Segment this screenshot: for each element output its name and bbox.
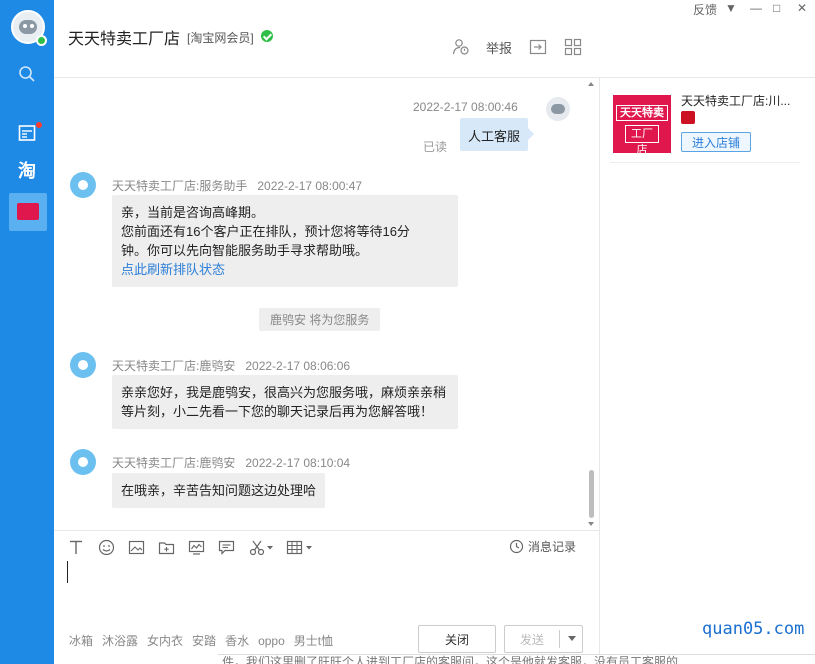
shop-name[interactable]: 天天特卖工厂店:川... bbox=[681, 92, 801, 109]
logo-line: 工厂店 bbox=[625, 125, 659, 156]
scroll-thumb[interactable] bbox=[589, 470, 594, 518]
message-history-button[interactable]: 消息记录 bbox=[509, 538, 576, 555]
self-message-bubble: 人工客服 bbox=[460, 118, 535, 151]
message-meta: 天天特卖工厂店:鹿鸮安 2022-2-17 08:10:04 bbox=[112, 454, 350, 471]
font-icon[interactable] bbox=[67, 538, 85, 556]
image-icon[interactable] bbox=[127, 538, 145, 556]
background-text: 件，我们这里删了旺旺个人进到工厂店的客服间，这个是他就发客服，没有员工客服的 bbox=[222, 655, 679, 664]
screen-icon[interactable] bbox=[187, 538, 205, 556]
search-icon[interactable] bbox=[17, 64, 37, 84]
report-button[interactable]: 举报 bbox=[486, 38, 512, 57]
quick-phrase[interactable]: 冰箱 bbox=[69, 634, 93, 648]
tmall-badge-icon bbox=[681, 111, 695, 124]
chat-scrollbar[interactable] bbox=[586, 78, 596, 530]
message-input-cursor[interactable] bbox=[67, 561, 68, 583]
message-bubble: 在哦亲，辛苦告知问题这边处理哈 bbox=[112, 473, 326, 508]
clock-icon bbox=[509, 539, 524, 554]
self-avatar bbox=[546, 97, 570, 121]
folder-icon[interactable] bbox=[157, 538, 175, 556]
message-time: 2022-2-17 08:06:06 bbox=[245, 359, 351, 373]
watermark: quan05.com bbox=[702, 619, 805, 639]
feedback-link[interactable]: 反馈 bbox=[693, 1, 717, 18]
comment-icon[interactable] bbox=[217, 538, 235, 556]
maximize-button[interactable]: □ bbox=[773, 1, 780, 15]
message-meta: 天天特卖工厂店:鹿鸮安 2022-2-17 08:06:06 bbox=[112, 357, 350, 374]
quick-phrase[interactable]: 安踏 bbox=[192, 634, 216, 648]
scissors-icon[interactable] bbox=[249, 538, 275, 556]
enter-shop-button[interactable]: 进入店铺 bbox=[681, 132, 751, 152]
service-avatar bbox=[70, 449, 96, 475]
message-time: 2022-2-17 08:10:04 bbox=[245, 456, 351, 470]
message-bubble: 亲，当前是咨询高峰期。 您前面还有16个客户正在排队，预计您将等待16分 钟。你… bbox=[112, 195, 458, 287]
message-time: 2022-2-17 08:00:47 bbox=[257, 179, 363, 193]
scroll-up-icon[interactable] bbox=[588, 82, 594, 86]
service-user-icon[interactable] bbox=[452, 38, 470, 56]
service-avatar bbox=[70, 172, 96, 198]
background-window-strip: 件，我们这里删了旺旺个人进到工厂店的客服间，这个是他就发客服，没有员工客服的 bbox=[218, 654, 815, 664]
member-tag: [淘宝网会员] bbox=[187, 31, 254, 45]
quick-phrase[interactable]: 香水 bbox=[225, 634, 249, 648]
message-line: 您前面还有16个客户正在排队，预计您将等待16分 bbox=[121, 224, 410, 239]
quick-phrase[interactable]: 男士t恤 bbox=[294, 634, 333, 648]
quick-phrase[interactable]: 沐浴露 bbox=[102, 634, 138, 648]
send-options-icon[interactable] bbox=[568, 636, 576, 641]
close-button[interactable]: 关闭 bbox=[418, 625, 496, 653]
shop-icon[interactable] bbox=[9, 193, 47, 231]
app-grid-icon[interactable] bbox=[17, 123, 37, 143]
sender-name: 天天特卖工厂店:鹿鸮安 bbox=[112, 456, 236, 470]
send-label: 发送 bbox=[520, 632, 545, 647]
message-line: 钟。你可以先向智能服务助手寻求帮助哦。 bbox=[121, 243, 369, 258]
transfer-icon[interactable] bbox=[529, 38, 547, 56]
shop-logo[interactable]: 天天特卖 工厂店 bbox=[613, 95, 671, 156]
verified-icon bbox=[261, 30, 273, 42]
service-avatar bbox=[70, 352, 96, 378]
chat-history[interactable]: 2022-2-17 08:00:46 人工客服 已读 天天特卖工厂店:服务助手 2… bbox=[54, 78, 599, 530]
online-status-icon bbox=[36, 35, 47, 46]
message-bubble: 亲亲您好，我是鹿鸮安，很高兴为您服务哦，麻烦亲亲稍 等片刻，小二先看一下您的聊天… bbox=[112, 375, 458, 429]
shop-panel: 天天特卖 工厂店 天天特卖工厂店:川... 进入店铺 bbox=[599, 78, 815, 664]
minimize-button[interactable]: — bbox=[750, 1, 762, 15]
send-button[interactable]: 发送 bbox=[504, 625, 583, 653]
history-label: 消息记录 bbox=[528, 540, 577, 554]
quick-phrase[interactable]: 女内衣 bbox=[147, 634, 183, 648]
divider bbox=[610, 162, 800, 163]
system-notice: 鹿鸮安 将为您服务 bbox=[259, 308, 381, 331]
message-line: 亲，当前是咨询高峰期。 bbox=[121, 205, 265, 220]
refresh-queue-link[interactable]: 点此刷新排队状态 bbox=[121, 260, 449, 279]
message-line: 在哦亲，辛苦告知问题这边处理哈 bbox=[121, 483, 317, 498]
scroll-down-icon[interactable] bbox=[588, 522, 594, 526]
sender-name: 天天特卖工厂店:鹿鸮安 bbox=[112, 359, 236, 373]
message-line: 等片刻，小二先看一下您的聊天记录后再为您解答哦！ bbox=[121, 404, 434, 419]
taobao-icon[interactable]: 淘 bbox=[15, 160, 39, 182]
message-time: 2022-2-17 08:00:46 bbox=[413, 100, 518, 114]
logo-line: 天天特卖 bbox=[616, 105, 668, 121]
input-area: 消息记录 冰箱 沐浴露 女内衣 安踏 香水 oppo 男士t恤 关闭 发送 bbox=[54, 530, 599, 664]
emoji-icon[interactable] bbox=[97, 538, 115, 556]
sender-name: 天天特卖工厂店:服务助手 bbox=[112, 179, 248, 193]
page-title: 天天特卖工厂店 bbox=[68, 31, 181, 48]
message-line: 亲亲您好，我是鹿鸮安，很高兴为您服务哦，麻烦亲亲稍 bbox=[121, 385, 447, 400]
chat-header: 天天特卖工厂店 [淘宝网会员] 举报 反馈 ▼ — □ ✕ bbox=[54, 0, 815, 78]
grid-icon[interactable] bbox=[564, 38, 582, 56]
notification-dot bbox=[36, 122, 42, 128]
quick-phrase[interactable]: oppo bbox=[258, 634, 285, 648]
keyboard-icon[interactable] bbox=[286, 538, 316, 556]
left-sidebar: 淘 bbox=[0, 0, 54, 664]
dropdown-icon[interactable]: ▼ bbox=[725, 1, 737, 15]
message-meta: 天天特卖工厂店:服务助手 2022-2-17 08:00:47 bbox=[112, 177, 362, 194]
read-status: 已读 bbox=[423, 140, 448, 154]
quick-phrases: 冰箱 沐浴露 女内衣 安踏 香水 oppo 男士t恤 bbox=[69, 632, 342, 649]
close-window-button[interactable]: ✕ bbox=[797, 1, 807, 15]
